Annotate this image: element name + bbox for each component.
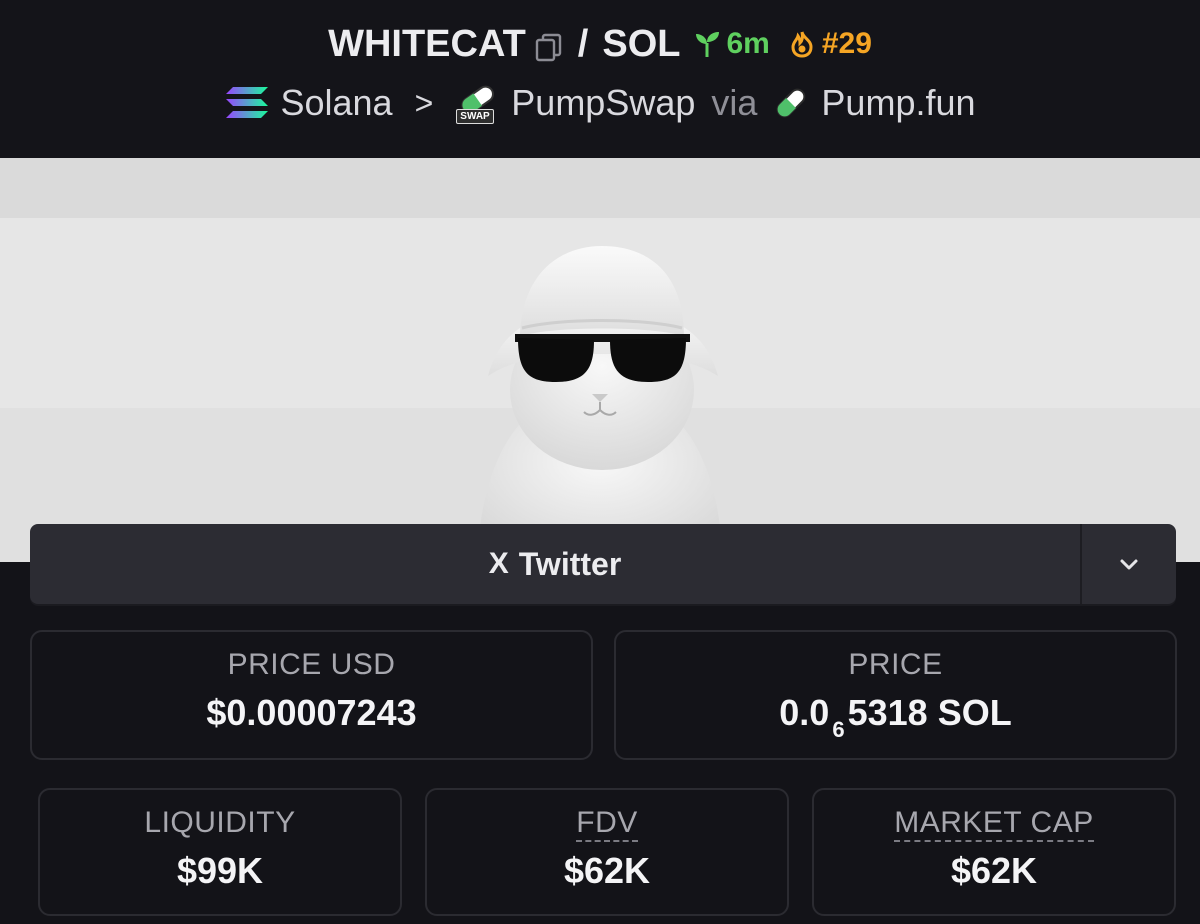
price-usd-card: PRICE USD $0.00007243 [30, 630, 593, 760]
price-unit: SOL [937, 692, 1012, 733]
price-digits: 5318 [847, 692, 928, 733]
launchpad-name: Pump.fun [821, 82, 976, 123]
market-cap-label[interactable]: MARKET CAP [894, 806, 1094, 842]
rank-text: #29 [821, 27, 872, 60]
pair-title: WHITECAT / SOL 6m #29 [0, 18, 1200, 70]
twitter-label: Twitter [518, 545, 622, 582]
price-usd-label: PRICE USD [227, 648, 396, 681]
pair-age: 6m [692, 27, 770, 61]
liquidity-label: LIQUIDITY [144, 806, 296, 839]
breadcrumb: Solana > SWAP PumpSwap via Pump.fun [0, 78, 1200, 128]
swap-tag: SWAP [456, 109, 494, 124]
seedling-icon [696, 32, 720, 57]
pumpswap-icon: SWAP [455, 80, 501, 126]
market-cap-value: $62K [950, 850, 1038, 891]
twitter-button[interactable]: X Twitter [30, 524, 1080, 604]
breadcrumb-separator: > [414, 84, 434, 121]
pill-icon [777, 88, 806, 118]
quote-symbol: SOL [602, 22, 681, 65]
price-sol-card: PRICE 0.0 65318 SOL [614, 630, 1177, 760]
chevron-down-icon [1120, 559, 1138, 570]
age-text: 6m [726, 27, 770, 60]
market-cap-card: MARKET CAP $62K [812, 788, 1176, 916]
chain-link[interactable]: Solana [224, 82, 393, 124]
more-links-dropdown[interactable] [1080, 524, 1176, 604]
pair-separator: / [577, 22, 589, 65]
token-banner-image [0, 158, 1200, 562]
price-zero-count: 6 [832, 717, 845, 742]
price-usd-value: $0.00007243 [206, 692, 417, 733]
flame-icon [791, 31, 813, 58]
price-sol-label: PRICE [848, 648, 943, 681]
trending-rank[interactable]: #29 [788, 27, 872, 61]
fdv-card: FDV $62K [425, 788, 789, 916]
dex-name: PumpSwap [511, 82, 696, 123]
dex-link[interactable]: SWAP PumpSwap [455, 80, 695, 126]
fdv-label[interactable]: FDV [576, 806, 638, 842]
pair-header: WHITECAT / SOL 6m #29 Solana > SWAP Pump… [0, 0, 1200, 158]
social-links-bar: X Twitter [30, 524, 1176, 604]
liquidity-card: LIQUIDITY $99K [38, 788, 402, 916]
liquidity-value: $99K [176, 850, 264, 891]
price-lead: 0.0 [779, 692, 830, 733]
solana-icon [226, 87, 269, 118]
price-sol-value: 0.0 65318 SOL [616, 692, 1175, 742]
chain-name: Solana [280, 82, 393, 123]
token-symbol: WHITECAT [328, 22, 526, 65]
copy-icon[interactable] [534, 29, 564, 62]
via-text: via [711, 82, 758, 123]
fdv-value: $62K [563, 850, 651, 891]
launchpad-link[interactable]: Pump.fun [771, 82, 976, 124]
x-icon: X [488, 547, 509, 580]
